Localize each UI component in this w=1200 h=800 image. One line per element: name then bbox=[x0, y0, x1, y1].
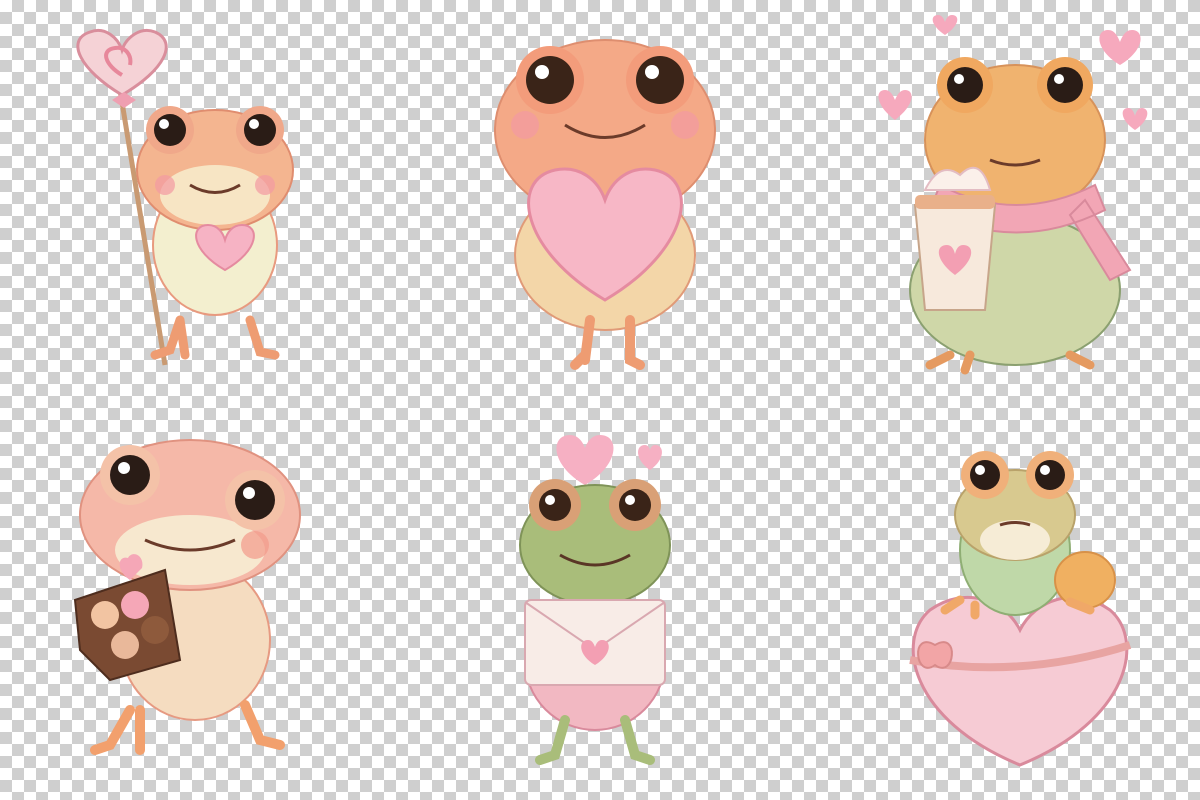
clipart-sheet bbox=[0, 0, 1200, 800]
eye-icon bbox=[244, 114, 276, 146]
chocolate-box-icon bbox=[73, 554, 182, 682]
heart-icon bbox=[556, 435, 662, 485]
eye-icon bbox=[110, 455, 150, 495]
frog-with-lollipop bbox=[60, 20, 310, 370]
frog-with-hot-cocoa-and-scarf bbox=[870, 10, 1160, 380]
eye-icon bbox=[636, 56, 684, 104]
frog-on-heart-gift-box bbox=[890, 430, 1160, 770]
eye-icon bbox=[1035, 460, 1065, 490]
frog-with-love-letter bbox=[490, 430, 710, 770]
eye-icon bbox=[970, 460, 1000, 490]
frog-with-chocolate-box bbox=[70, 430, 310, 770]
heart-gift-box-icon bbox=[911, 595, 1129, 767]
envelope-icon bbox=[524, 599, 666, 686]
eye-icon bbox=[235, 480, 275, 520]
eye-icon bbox=[947, 67, 983, 103]
frog-hugging-heart-pillow bbox=[480, 20, 730, 370]
eye-icon bbox=[526, 56, 574, 104]
eye-icon bbox=[539, 489, 571, 521]
eye-icon bbox=[619, 489, 651, 521]
eye-icon bbox=[154, 114, 186, 146]
eye-icon bbox=[1047, 67, 1083, 103]
cocoa-cup-icon bbox=[913, 166, 997, 311]
